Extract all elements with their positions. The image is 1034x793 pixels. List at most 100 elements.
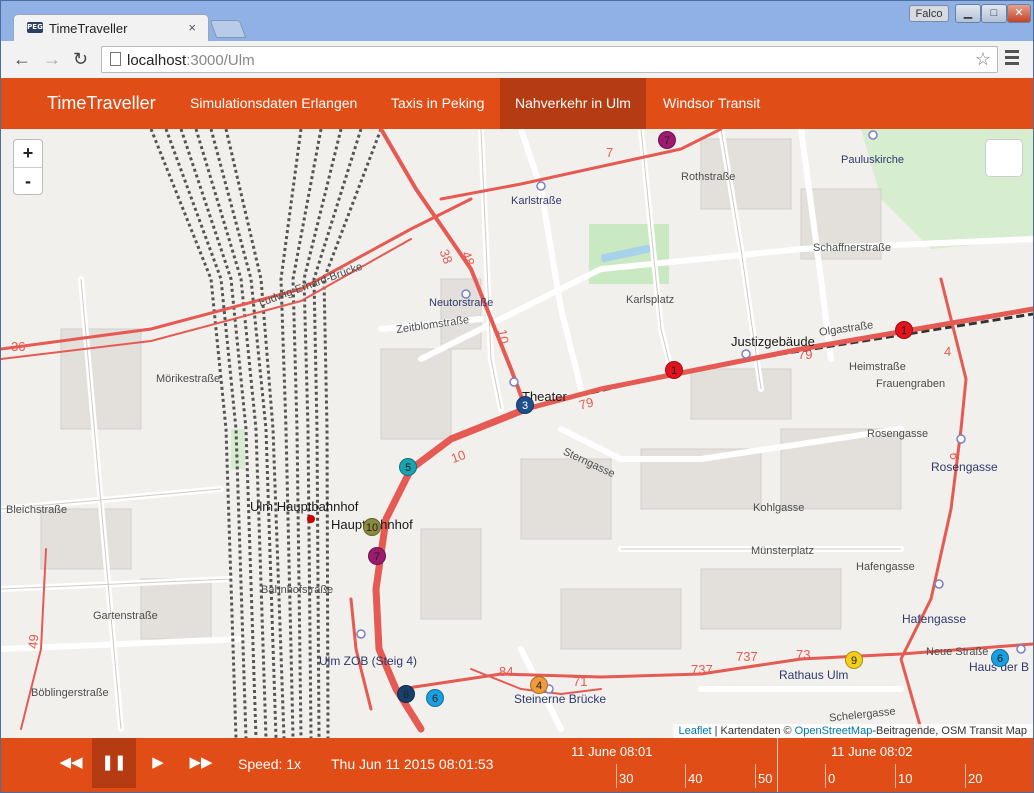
vehicle-marker[interactable]: 5: [399, 458, 417, 476]
timeline-tick: [755, 764, 756, 788]
vehicle-marker[interactable]: 7: [658, 131, 676, 149]
osm-link[interactable]: OpenStreetMap: [795, 725, 873, 737]
street-label: Karlsplatz: [626, 294, 675, 306]
fast-forward-icon[interactable]: ▶▶: [179, 738, 223, 788]
nav-item-windsor[interactable]: Windsor Transit: [648, 78, 775, 129]
timeline-second: 0: [828, 771, 836, 786]
street-label: Frauengraben: [876, 378, 946, 390]
close-window-button[interactable]: ✕: [1007, 4, 1031, 23]
app-navbar: TimeTraveller Simulationsdaten Erlangen …: [1, 78, 1033, 129]
zoom-control: + -: [13, 139, 43, 195]
player-bar: ◀◀ ❚❚ ▶ ▶▶ Speed: 1x Thu Jun 11 2015 08:…: [1, 738, 1033, 792]
url-text: localhost:3000/Ulm: [127, 52, 255, 69]
route-label: 49: [25, 633, 42, 650]
page-icon: [110, 52, 121, 66]
street-label: Rosengasse: [867, 428, 929, 440]
vehicle-marker[interactable]: 9: [845, 651, 863, 669]
maximize-button[interactable]: □: [981, 4, 1007, 23]
timeline-tick: [895, 764, 896, 788]
street-label: Neue Straße: [926, 646, 989, 658]
new-tab-button[interactable]: [209, 20, 247, 38]
map[interactable]: Karlstraße Rothstraße Pauluskirche Schaf…: [1, 129, 1033, 738]
timeline-tick: [685, 764, 686, 788]
stop-label: Karlstraße: [511, 195, 562, 207]
timeline-tick: [825, 764, 826, 788]
street-label: Mörikestraße: [156, 373, 221, 385]
profile-button[interactable]: Falco: [909, 5, 949, 22]
route-label: 4: [944, 344, 952, 359]
leaflet-link[interactable]: Leaflet: [679, 725, 712, 737]
play-icon[interactable]: ▶: [136, 738, 180, 788]
arrow-right-icon[interactable]: →: [43, 49, 61, 70]
tab-close-icon[interactable]: ×: [188, 20, 196, 35]
vehicle-marker[interactable]: 1: [665, 361, 683, 379]
stop-name: Rathaus Ulm: [779, 668, 849, 682]
timeline-tick: [965, 764, 966, 788]
star-icon[interactable]: ☆: [975, 49, 991, 70]
timeline-minute: 11 June 08:01: [571, 744, 653, 759]
app-brand[interactable]: TimeTraveller: [47, 93, 156, 114]
nav-item-peking[interactable]: Taxis in Peking: [376, 78, 499, 129]
speed-label: Speed: 1x: [238, 756, 302, 772]
browser-window: PEG TimeTraveller × Falco ▁ □ ✕ ← → ↻ lo…: [0, 0, 1034, 793]
layer-control-button[interactable]: [985, 139, 1023, 177]
tab-title: TimeTraveller: [49, 21, 128, 36]
map-attribution: Leaflet | Kartendaten © OpenStreetMap-Be…: [672, 724, 1033, 738]
minimize-button[interactable]: ▁: [955, 4, 981, 23]
route-label: 73: [796, 647, 811, 662]
zoom-in-button[interactable]: +: [14, 140, 42, 168]
route-label: 71: [573, 674, 588, 689]
stop-label: Neutorstraße: [429, 297, 494, 309]
vehicle-marker[interactable]: 8: [397, 685, 415, 703]
clock-label: Thu Jun 11 2015 08:01:53: [331, 756, 494, 772]
timeline-second: 40: [688, 771, 703, 786]
hamburger-menu-icon[interactable]: [1005, 50, 1019, 68]
stop-name: Ulm Hauptbahnhof: [250, 499, 359, 514]
timeline-second: 10: [898, 771, 913, 786]
street-label: Bahnhofstraße: [261, 584, 334, 596]
timeline-second: 50: [758, 771, 773, 786]
route-label: 737: [736, 649, 758, 664]
vehicle-marker[interactable]: 3: [516, 396, 534, 414]
timeline-second: 20: [968, 771, 983, 786]
stop-name: Hafengasse: [902, 612, 967, 626]
address-bar[interactable]: localhost:3000/Ulm ☆: [101, 46, 998, 73]
route-label: 84: [499, 664, 514, 679]
route-label: 79: [798, 347, 813, 362]
street-label: Rothstraße: [681, 171, 736, 183]
street-label: Hafengasse: [856, 561, 915, 573]
street-label: Münsterplatz: [751, 545, 814, 557]
stop-name: Ulm ZOB (Steig 4): [319, 654, 418, 668]
street-label: Böblingerstraße: [31, 687, 109, 699]
church-label: Pauluskirche: [841, 154, 904, 166]
vehicle-marker[interactable]: 6: [426, 689, 444, 707]
fast-backward-icon[interactable]: ◀◀: [49, 738, 93, 788]
street-label: Heimstraße: [849, 361, 906, 373]
stop-name: Rosengasse: [931, 460, 998, 474]
nav-item-ulm[interactable]: Nahverkehr in Ulm: [500, 78, 646, 129]
favicon-icon: PEG: [27, 22, 43, 33]
vehicle-marker[interactable]: 10: [363, 518, 381, 536]
browser-tab[interactable]: PEG TimeTraveller ×: [13, 14, 209, 41]
timeline-second: 30: [619, 771, 634, 786]
zoom-out-button[interactable]: -: [14, 168, 42, 195]
route-label: 7: [606, 145, 614, 160]
vehicle-marker[interactable]: 6: [991, 649, 1009, 667]
timeline-minute: 11 June 08:02: [831, 744, 913, 759]
vehicle-marker[interactable]: 7: [368, 547, 386, 565]
arrow-left-icon[interactable]: ←: [13, 49, 31, 70]
pause-icon[interactable]: ❚❚: [92, 738, 136, 788]
street-label: Bleichstraße: [6, 504, 68, 516]
vehicle-marker[interactable]: 1: [895, 321, 913, 339]
tab-strip: PEG TimeTraveller × Falco ▁ □ ✕: [1, 1, 1033, 41]
route-label: 737: [691, 662, 713, 677]
stop-name: Steinerne Brücke: [514, 692, 607, 706]
nav-item-erlangen[interactable]: Simulationsdaten Erlangen: [175, 78, 372, 129]
minute-divider: [777, 738, 778, 792]
route-label: 10: [494, 328, 512, 345]
browser-toolbar: ← → ↻ localhost:3000/Ulm ☆: [1, 41, 1033, 79]
vehicle-marker[interactable]: 4: [530, 676, 548, 694]
timeline[interactable]: 11 June 08:01 11 June 08:02 30 40 50 0 1…: [557, 738, 1033, 792]
timeline-tick: [616, 764, 617, 788]
reload-icon[interactable]: ↻: [73, 49, 88, 70]
